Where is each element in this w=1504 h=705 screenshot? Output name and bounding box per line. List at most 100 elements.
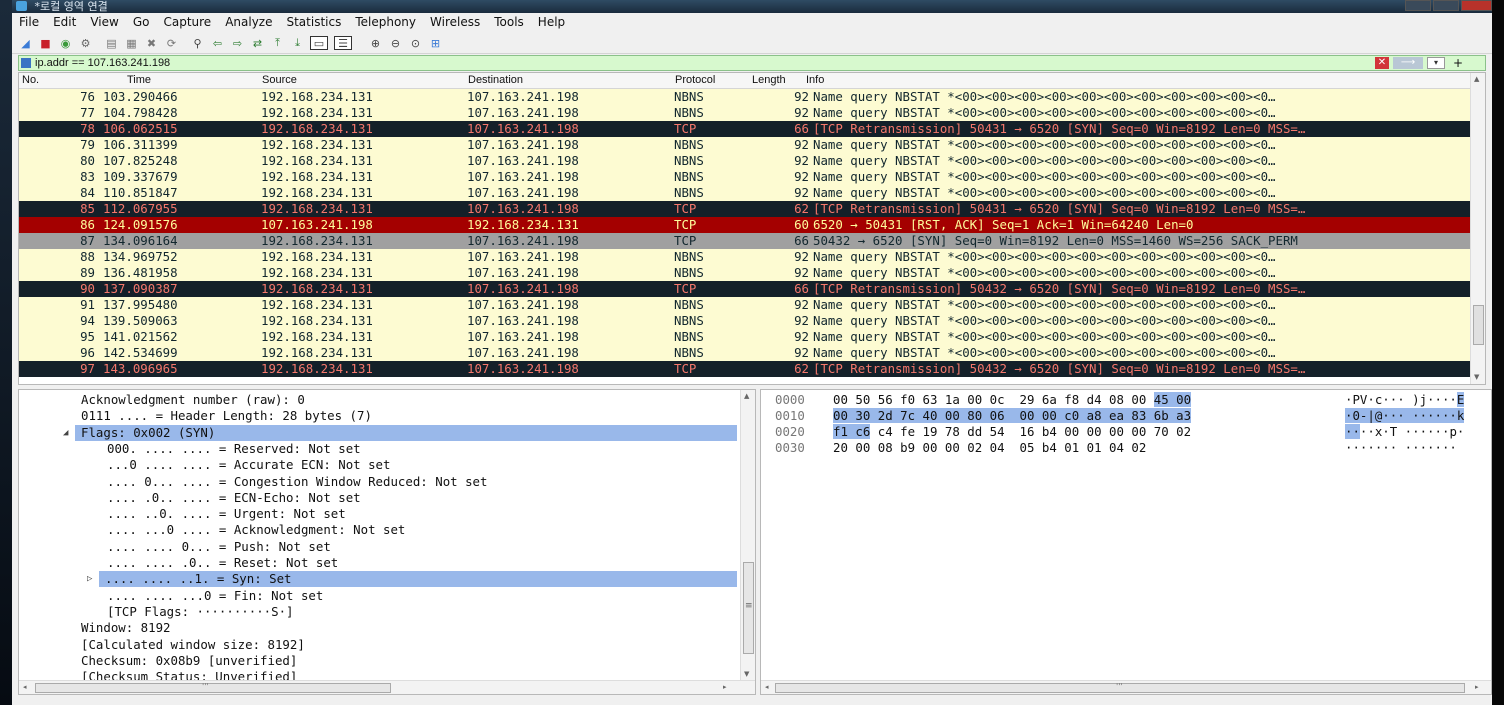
details-hscroll-thumb[interactable]: ''' [35, 682, 391, 693]
packet-row[interactable]: 87 134.096164 192.168.234.131 107.163.241.1… [19, 233, 1471, 249]
menu-item-view[interactable]: View [83, 13, 125, 32]
menu-item-edit[interactable]: Edit [46, 13, 83, 32]
detail-line[interactable]: .... .0.. .... = ECN-Echo: Not set [19, 490, 737, 506]
hex-bytes[interactable]: 20 00 08 b9 00 00 02 04 05 b4 01 01 04 0… [833, 440, 1146, 456]
detail-line[interactable]: ◢ Flags: 0x002 (SYN) [63, 424, 737, 441]
packet-list-scrollbar[interactable]: ▲ ▼ [1470, 73, 1485, 384]
packet-row[interactable]: 94 139.509063 192.168.234.131 107.163.241.1… [19, 313, 1471, 329]
clear-filter-icon[interactable]: ✕ [1375, 57, 1389, 69]
detail-line[interactable]: [TCP Flags: ··········S·] [19, 604, 737, 620]
menu-item-go[interactable]: Go [126, 13, 157, 32]
close-file-icon[interactable]: ✖ [144, 36, 159, 50]
packet-row[interactable]: 90 137.090387 192.168.234.131 107.163.241.1… [19, 281, 1471, 297]
bytes-hscrollbar[interactable]: ◂ ''' ▸ [761, 680, 1491, 694]
scroll-up-icon[interactable]: ▲ [1474, 75, 1479, 83]
zoom-out-icon[interactable]: ⊖ [388, 36, 403, 50]
packet-row[interactable]: 85 112.067955 192.168.234.131 107.163.241.1… [19, 201, 1471, 217]
detail-line[interactable]: Checksum: 0x08b9 [unverified] [19, 653, 737, 669]
packet-row[interactable]: 80 107.825248 192.168.234.131 107.163.241.1… [19, 153, 1471, 169]
back-icon[interactable]: ⇦ [210, 36, 225, 50]
detail-line[interactable]: ...0 .... .... = Accurate ECN: Not set [19, 457, 737, 473]
minimize-button[interactable] [1405, 0, 1431, 11]
column-no[interactable]: No. [22, 74, 39, 86]
details-scroll-up-icon[interactable]: ▲ [744, 392, 749, 400]
detail-line[interactable]: [Calculated window size: 8192] [19, 637, 737, 653]
packet-row[interactable]: 86 124.091576 107.163.241.198 192.168.234.1… [19, 217, 1471, 233]
detail-line[interactable]: Acknowledgment number (raw): 0 [19, 392, 737, 408]
open-icon[interactable]: ▤ [104, 36, 119, 50]
packet-row[interactable]: 88 134.969752 192.168.234.131 107.163.241.1… [19, 249, 1471, 265]
column-source[interactable]: Source [262, 74, 297, 86]
bytes-scroll-right-icon[interactable]: ▸ [1475, 683, 1479, 691]
hex-ascii[interactable]: ····x·T ······p· [1345, 424, 1464, 440]
zoom-in-icon[interactable]: ⊕ [368, 36, 383, 50]
menu-item-telephony[interactable]: Telephony [348, 13, 423, 32]
packet-row[interactable]: 89 136.481958 192.168.234.131 107.163.241.1… [19, 265, 1471, 281]
menu-item-statistics[interactable]: Statistics [279, 13, 348, 32]
close-button[interactable] [1461, 0, 1492, 11]
detail-line[interactable]: 000. .... .... = Reserved: Not set [19, 441, 737, 457]
last-icon[interactable]: ⤓ [290, 36, 305, 50]
menu-item-file[interactable]: File [12, 13, 46, 32]
scroll-down-icon[interactable]: ▼ [1474, 373, 1479, 381]
maximize-button[interactable] [1433, 0, 1459, 11]
options-icon[interactable]: ⚙ [78, 36, 93, 50]
hex-ascii[interactable]: ·0-|@··· ······k [1345, 408, 1465, 424]
packet-row[interactable]: 96 142.534699 192.168.234.131 107.163.241.1… [19, 345, 1471, 361]
menu-item-help[interactable]: Help [531, 13, 572, 32]
packet-row[interactable]: 97 143.096965 192.168.234.131 107.163.241.1… [19, 361, 1471, 377]
column-protocol[interactable]: Protocol [675, 74, 715, 86]
detail-line[interactable]: .... 0... .... = Congestion Window Reduc… [19, 474, 737, 490]
packet-row[interactable]: 79 106.311399 192.168.234.131 107.163.241.1… [19, 137, 1471, 153]
collapsed-arrow-icon[interactable]: ▷ [87, 571, 92, 587]
detail-line[interactable]: 0111 .... = Header Length: 28 bytes (7) [19, 408, 737, 424]
hex-bytes[interactable]: f1 c6 c4 fe 19 78 dd 54 16 b4 00 00 00 0… [833, 424, 1191, 440]
autoscroll-icon[interactable]: ▭ [310, 36, 328, 50]
details-scroll-left-icon[interactable]: ◂ [23, 683, 27, 691]
display-filter-input[interactable]: ip.addr == 107.163.241.198 [35, 56, 170, 70]
first-icon[interactable]: ⤒ [270, 36, 285, 50]
details-scrollbar[interactable]: ▲ ≡ ▼ [740, 390, 755, 682]
resize-columns-icon[interactable]: ⊞ [428, 36, 443, 50]
packet-row[interactable]: 83 109.337679 192.168.234.131 107.163.241.1… [19, 169, 1471, 185]
details-hscrollbar[interactable]: ◂ ''' ▸ [19, 680, 755, 694]
hex-ascii[interactable]: ·PV·c··· )j····E [1345, 392, 1465, 408]
column-info[interactable]: Info [806, 74, 824, 86]
detail-line[interactable]: ▷ .... .... ..1. = Syn: Set [87, 571, 737, 588]
display-filter-bar[interactable]: ip.addr == 107.163.241.198 ✕ ⟶ ▾ + [18, 55, 1486, 71]
detail-line[interactable]: .... .... 0... = Push: Not set [19, 539, 737, 555]
goto-icon[interactable]: ⇄ [250, 36, 265, 50]
packet-row[interactable]: 77 104.798428 192.168.234.131 107.163.241.1… [19, 105, 1471, 121]
filter-dropdown-icon[interactable]: ▾ [1427, 57, 1445, 69]
find-icon[interactable]: ⚲ [190, 36, 205, 50]
bytes-scroll-left-icon[interactable]: ◂ [765, 683, 769, 691]
bookmark-icon[interactable] [21, 58, 31, 68]
packet-row[interactable]: 95 141.021562 192.168.234.131 107.163.241.1… [19, 329, 1471, 345]
menu-item-wireless[interactable]: Wireless [423, 13, 487, 32]
expanded-arrow-icon[interactable]: ◢ [63, 425, 68, 441]
details-scroll-down-icon[interactable]: ▼ [744, 670, 749, 678]
add-filter-button[interactable]: + [1453, 56, 1463, 70]
packet-row[interactable]: 84 110.851847 192.168.234.131 107.163.241.1… [19, 185, 1471, 201]
packet-row[interactable]: 91 137.995480 192.168.234.131 107.163.241.1… [19, 297, 1471, 313]
restart-icon[interactable]: ◉ [58, 36, 73, 50]
shark-fin-icon[interactable]: ◢ [18, 36, 33, 50]
details-scrollbar-thumb[interactable]: ≡ [743, 562, 754, 654]
colorize-icon[interactable]: ☰ [334, 36, 352, 50]
reload-icon[interactable]: ⟳ [164, 36, 179, 50]
detail-line[interactable]: Window: 8192 [19, 620, 737, 636]
bytes-hscroll-thumb[interactable]: ''' [775, 682, 1465, 693]
hex-ascii[interactable]: ······· ······· [1345, 440, 1457, 456]
menu-item-analyze[interactable]: Analyze [218, 13, 279, 32]
column-length[interactable]: Length [752, 74, 786, 86]
stop-icon[interactable]: ■ [38, 36, 53, 50]
forward-icon[interactable]: ⇨ [230, 36, 245, 50]
menu-item-capture[interactable]: Capture [156, 13, 218, 32]
save-icon[interactable]: ▦ [124, 36, 139, 50]
apply-filter-icon[interactable]: ⟶ [1393, 57, 1423, 69]
details-scroll-right-icon[interactable]: ▸ [723, 683, 727, 691]
packet-row[interactable]: 76 103.290466 192.168.234.131 107.163.241.1… [19, 89, 1471, 105]
detail-line[interactable]: .... ..0. .... = Urgent: Not set [19, 506, 737, 522]
column-time[interactable]: Time [127, 74, 151, 86]
scrollbar-thumb[interactable] [1473, 305, 1484, 345]
